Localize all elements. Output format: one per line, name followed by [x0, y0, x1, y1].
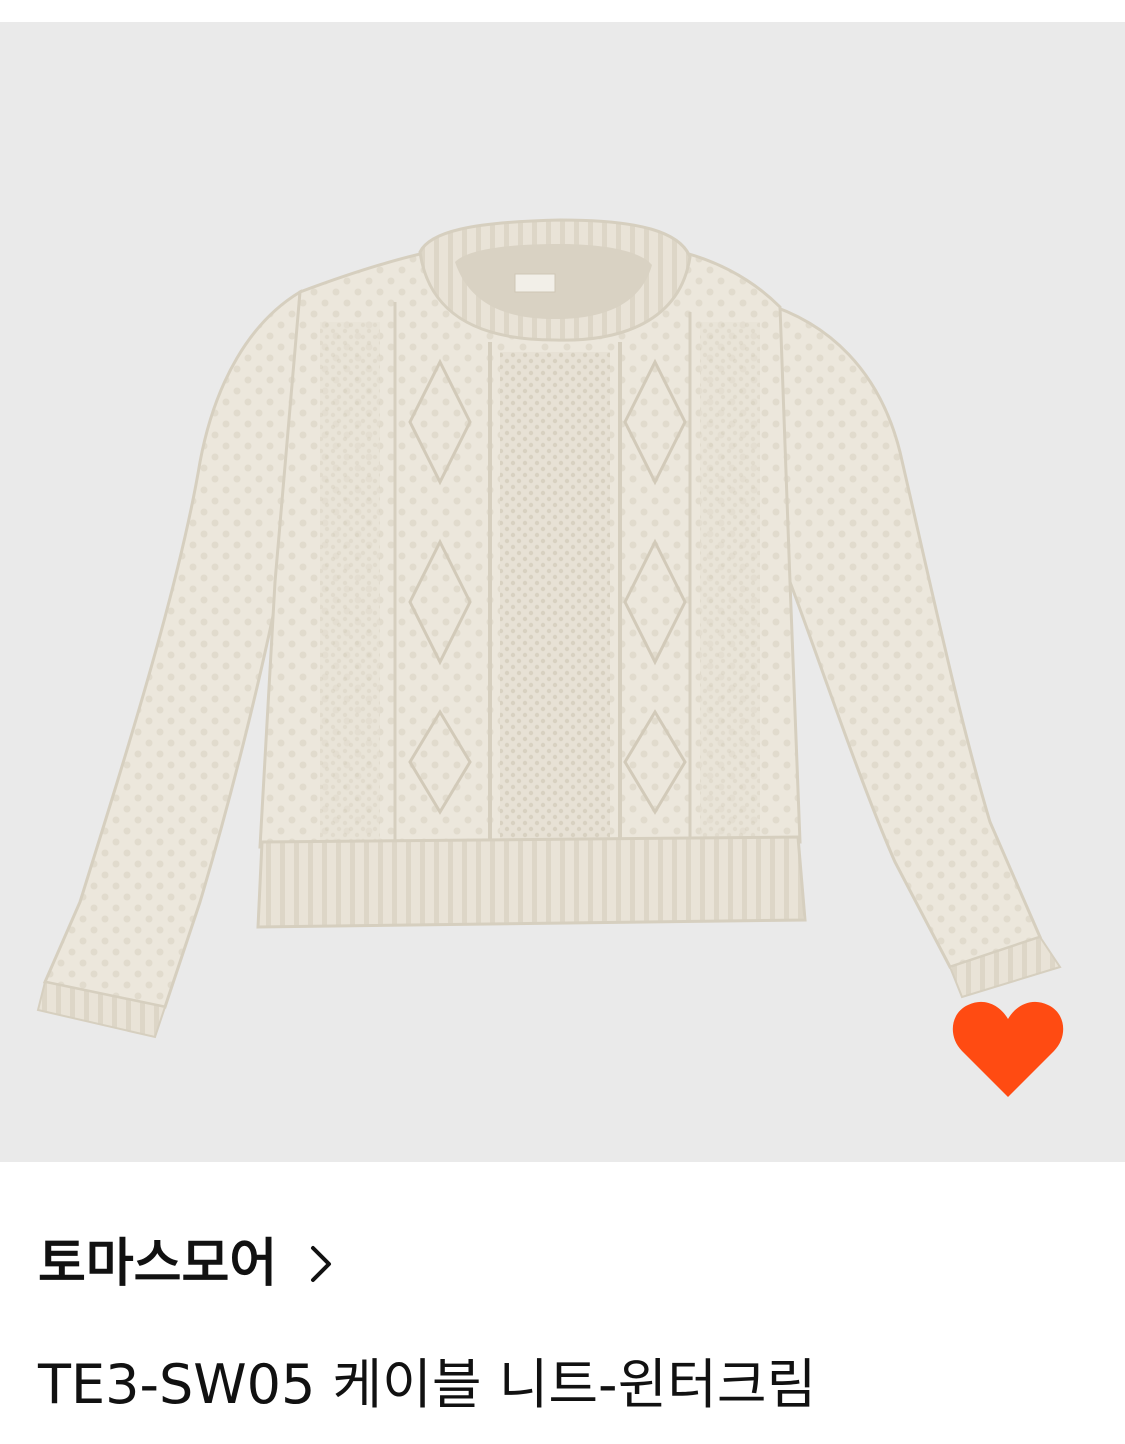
- heart-icon: [952, 1001, 1064, 1097]
- brand-link[interactable]: 토마스모어: [38, 1238, 335, 1290]
- product-image[interactable]: [0, 22, 1125, 1162]
- sweater-illustration: [36, 218, 1062, 1039]
- product-info: 토마스모어 TE3-SW05 케이블 니트-윈터크림: [0, 1162, 1125, 1444]
- product-name: TE3-SW05 케이블 니트-윈터크림: [38, 1353, 817, 1416]
- wishlist-button[interactable]: [952, 997, 1064, 1099]
- brand-name: 토마스모어: [38, 1234, 278, 1294]
- chevron-right-icon: [307, 1244, 335, 1284]
- top-divider: [0, 0, 1125, 22]
